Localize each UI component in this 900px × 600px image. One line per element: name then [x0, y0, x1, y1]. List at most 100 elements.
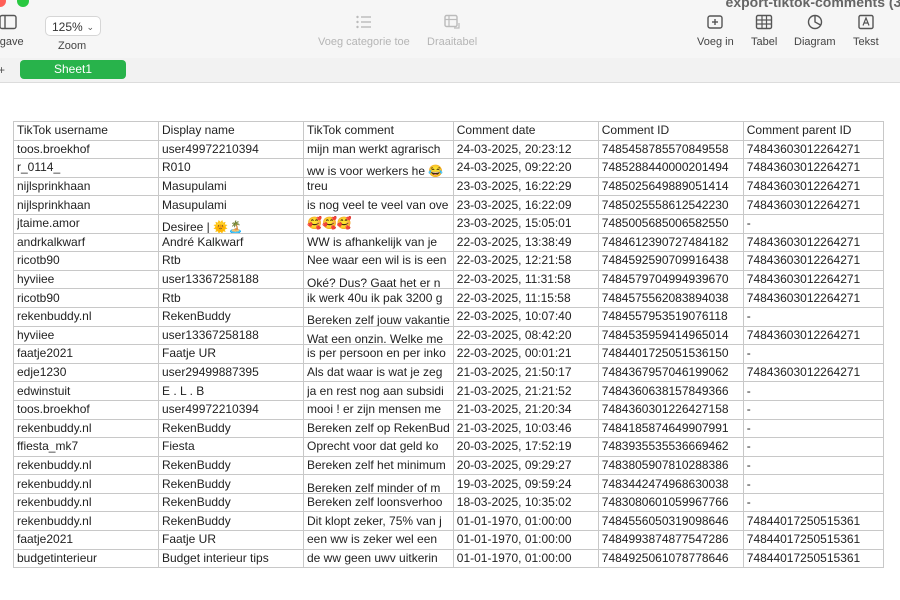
cell-display-name[interactable]: André Kalkwarf [158, 232, 304, 253]
cell-comment-id[interactable]: 7484360638157849366 [597, 381, 744, 401]
cell-username[interactable]: budgetinterieur [13, 548, 159, 569]
cell-comment[interactable]: 🥰🥰🥰 [303, 213, 454, 234]
tab-sheet1[interactable]: Sheet1 [20, 60, 126, 79]
cell-date[interactable]: 20-03-2025, 17:52:19 [452, 437, 599, 457]
cell-date[interactable]: 22-03-2025, 12:21:58 [452, 251, 599, 271]
table-button[interactable]: Tabel [751, 14, 777, 48]
cell-parent-id[interactable]: 74843603012264271 [742, 269, 884, 290]
cell-comment[interactable]: de ww geen uwv uitkerin [303, 548, 454, 569]
cell-parent-id[interactable]: - [742, 306, 884, 327]
cell-parent-id[interactable]: - [742, 399, 884, 420]
cell-comment-id[interactable]: 7485025558612542230 [597, 195, 744, 215]
cell-comment[interactable]: ja en rest nog aan subsidi [303, 381, 454, 401]
cell-comment-id[interactable]: 7484360301226427158 [597, 399, 744, 420]
cell-comment-id[interactable]: 7483080601059967766 [597, 492, 744, 513]
cell-parent-id[interactable]: 74844017250515361 [742, 530, 884, 550]
cell-comment[interactable]: Nee waar een wil is is een [303, 251, 454, 271]
cell-username[interactable]: jtaime.amor [13, 213, 159, 234]
cell-date[interactable]: 19-03-2025, 09:59:24 [452, 474, 599, 494]
cell-comment[interactable]: Bereken zelf het minimum [303, 455, 454, 476]
cell-display-name[interactable]: Budget interieur tips [158, 548, 304, 569]
cell-parent-id[interactable]: 74844017250515361 [742, 548, 884, 569]
cell-parent-id[interactable]: 74844017250515361 [742, 511, 884, 532]
cell-parent-id[interactable]: 74843603012264271 [742, 288, 884, 308]
cell-comment-id[interactable]: 7484925061078778646 [597, 548, 744, 569]
header-cell-parent-id[interactable]: Comment parent ID [742, 121, 884, 141]
cell-comment-id[interactable]: 7485288440000201494 [597, 158, 744, 178]
cell-display-name[interactable]: Desiree | 🌞🏝️ [158, 213, 304, 234]
cell-comment-id[interactable]: 7484993874877547286 [597, 530, 744, 550]
cell-username[interactable]: edwinstuit [13, 381, 159, 401]
cell-comment-id[interactable]: 7484579704994939670 [597, 269, 744, 290]
cell-username[interactable]: rekenbuddy.nl [13, 455, 159, 476]
cell-username[interactable]: rekenbuddy.nl [13, 306, 159, 327]
cell-username[interactable]: toos.broekhof [13, 139, 159, 160]
cell-comment[interactable]: een ww is zeker wel een [303, 530, 454, 550]
cell-comment-id[interactable]: 7485005685006582550 [597, 213, 744, 234]
cell-username[interactable]: ricotb90 [13, 288, 159, 308]
cell-parent-id[interactable]: - [742, 474, 884, 494]
cell-date[interactable]: 23-03-2025, 15:05:01 [452, 213, 599, 234]
cell-username[interactable]: ffiesta_mk7 [13, 437, 159, 457]
cell-comment-id[interactable]: 7484557953519076118 [597, 306, 744, 327]
cell-date[interactable]: 21-03-2025, 21:21:52 [452, 381, 599, 401]
cell-comment[interactable]: Oké? Dus? Gaat het er n [303, 269, 454, 290]
cell-comment-id[interactable]: 7484535959414965014 [597, 325, 744, 346]
cell-comment-id[interactable]: 7485025649889051414 [597, 176, 744, 197]
cell-date[interactable]: 24-03-2025, 20:23:12 [452, 139, 599, 160]
cell-date[interactable]: 21-03-2025, 10:03:46 [452, 418, 599, 439]
cell-date[interactable]: 20-03-2025, 09:29:27 [452, 455, 599, 476]
cell-display-name[interactable]: Masupulami [158, 176, 304, 197]
zoom-window-button[interactable] [17, 0, 29, 7]
cell-date[interactable]: 22-03-2025, 10:07:40 [452, 306, 599, 327]
cell-comment[interactable]: treu [303, 176, 454, 197]
cell-parent-id[interactable]: - [742, 418, 884, 439]
add-category-button[interactable]: Voeg categorie toe [318, 14, 410, 48]
cell-username[interactable]: hyviiee [13, 269, 159, 290]
cell-display-name[interactable]: Fiesta [158, 437, 304, 457]
chart-button[interactable]: Diagram [794, 14, 836, 48]
cell-comment-id[interactable]: 7484556050319098646 [597, 511, 744, 532]
cell-date[interactable]: 18-03-2025, 10:35:02 [452, 492, 599, 513]
cell-username[interactable]: edje1230 [13, 362, 159, 383]
cell-display-name[interactable]: RekenBuddy [158, 474, 304, 494]
header-cell-username[interactable]: TikTok username [13, 121, 159, 141]
cell-display-name[interactable]: E . L . B [158, 381, 304, 401]
cell-comment[interactable]: is per persoon en per inko [303, 344, 454, 364]
cell-username[interactable]: rekenbuddy.nl [13, 511, 159, 532]
cell-parent-id[interactable]: 74843603012264271 [742, 325, 884, 346]
cell-parent-id[interactable]: 74843603012264271 [742, 362, 884, 383]
cell-username[interactable]: rekenbuddy.nl [13, 492, 159, 513]
cell-parent-id[interactable]: - [742, 437, 884, 457]
cell-parent-id[interactable]: - [742, 492, 884, 513]
cell-parent-id[interactable]: 74843603012264271 [742, 232, 884, 253]
cell-username[interactable]: faatje2021 [13, 530, 159, 550]
cell-comment-id[interactable]: 7484367957046199062 [597, 362, 744, 383]
cell-comment[interactable]: mooi ! er zijn mensen me [303, 399, 454, 420]
cell-comment-id[interactable]: 7484185874649907991 [597, 418, 744, 439]
header-cell-comment[interactable]: TikTok comment [303, 121, 454, 141]
cell-display-name[interactable]: RekenBuddy [158, 455, 304, 476]
cell-comment-id[interactable]: 7485458785570849558 [597, 139, 744, 160]
cell-display-name[interactable]: user49972210394 [158, 139, 304, 160]
text-button[interactable]: Tekst [853, 14, 879, 48]
cell-comment[interactable]: WW is afhankelijk van je [303, 232, 454, 253]
cell-date[interactable]: 01-01-1970, 01:00:00 [452, 530, 599, 550]
cell-username[interactable]: nijlsprinkhaan [13, 195, 159, 215]
cell-username[interactable]: r_0114_ [13, 158, 159, 178]
close-window-button[interactable] [0, 0, 6, 7]
cell-comment-id[interactable]: 7484612390727484182 [597, 232, 744, 253]
cell-display-name[interactable]: Rtb [158, 288, 304, 308]
cell-display-name[interactable]: user29499887395 [158, 362, 304, 383]
cell-comment-id[interactable]: 7483805907810288386 [597, 455, 744, 476]
cell-comment[interactable]: Bereken zelf op RekenBud [303, 418, 454, 439]
cell-parent-id[interactable]: - [742, 213, 884, 234]
cell-username[interactable]: toos.broekhof [13, 399, 159, 420]
cell-date[interactable]: 01-01-1970, 01:00:00 [452, 511, 599, 532]
cell-comment-id[interactable]: 7484575562083894038 [597, 288, 744, 308]
cell-comment[interactable]: Als dat waar is wat je zeg [303, 362, 454, 383]
cell-comment[interactable]: Dit klopt zeker, 75% van j [303, 511, 454, 532]
cell-comment-id[interactable]: 7483442474968630038 [597, 474, 744, 494]
cell-username[interactable]: ricotb90 [13, 251, 159, 271]
cell-display-name[interactable]: user49972210394 [158, 399, 304, 420]
